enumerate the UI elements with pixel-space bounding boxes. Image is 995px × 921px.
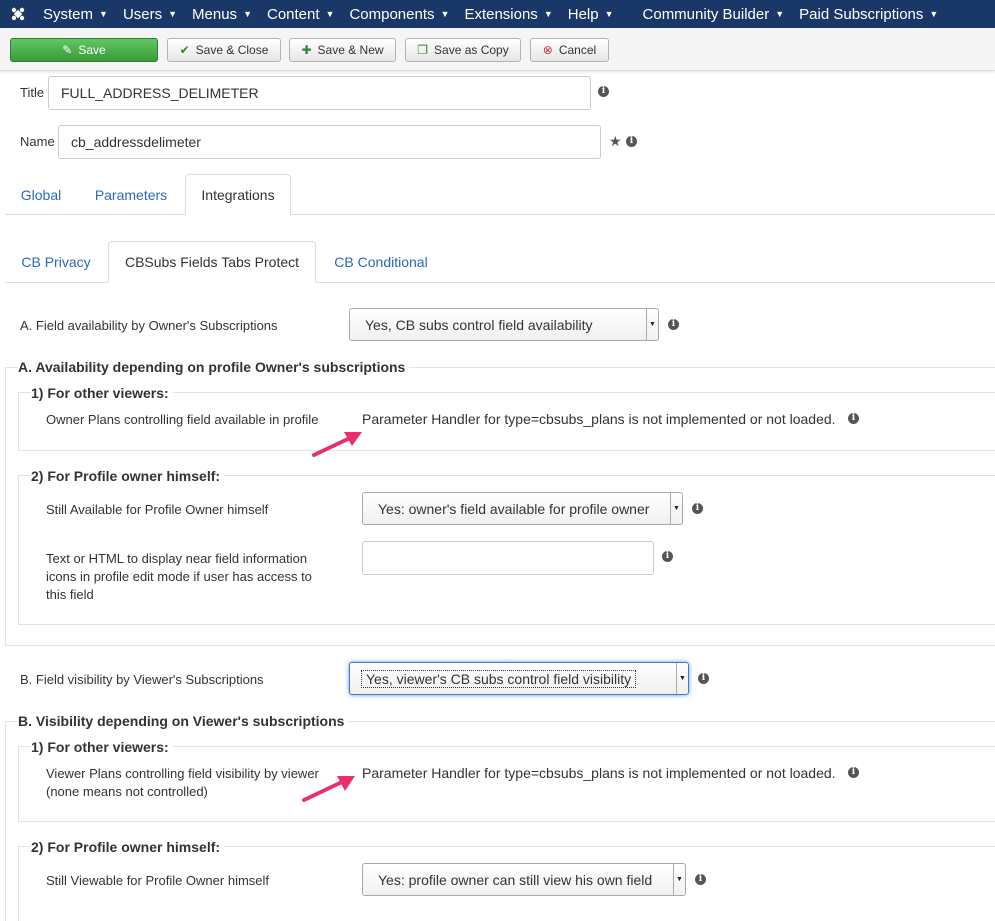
field-visibility-select[interactable]: Yes, viewer's CB subs control field visi…: [349, 662, 689, 695]
nav-content[interactable]: Content ▼: [260, 0, 342, 28]
text-html-label: this field: [46, 587, 94, 602]
profile-owner-legend: 2) For Profile owner himself:: [31, 468, 225, 484]
nav-users[interactable]: Users ▼: [116, 0, 185, 28]
subtab-cbsubs-protect[interactable]: CBSubs Fields Tabs Protect: [108, 241, 316, 283]
title-label: Title: [20, 85, 45, 100]
name-input[interactable]: cb_addressdelimeter: [58, 125, 601, 159]
toolbar: ✎ Save ✔ Save & Close ✚ Save & New ❐ Sav…: [0, 28, 995, 71]
info-icon[interactable]: i: [626, 136, 637, 147]
profile-owner-legend: 2) For Profile owner himself:: [31, 839, 225, 855]
still-viewable-label: Still Viewable for Profile Owner himself: [46, 873, 270, 888]
info-icon[interactable]: i: [848, 767, 859, 778]
nav-system[interactable]: System ▼: [36, 0, 116, 28]
annotation-arrow-icon: [302, 776, 355, 802]
info-icon[interactable]: i: [598, 86, 609, 97]
handler-message: Parameter Handler for type=cbsubs_plans …: [362, 411, 836, 427]
tab-integrations[interactable]: Integrations: [185, 174, 291, 216]
name-label: Name: [20, 134, 55, 149]
nav-help[interactable]: Help ▼: [561, 0, 622, 28]
text-html-input[interactable]: [362, 541, 654, 575]
title-input[interactable]: FULL_ADDRESS_DELIMETER: [48, 76, 591, 110]
field-availability-select[interactable]: Yes, CB subs control field availability …: [349, 308, 659, 341]
copy-icon: ❐: [417, 43, 429, 57]
caret-down-icon: ▼: [325, 9, 335, 19]
tab-parameters[interactable]: Parameters: [84, 175, 178, 215]
select-arrow-icon: ▼: [676, 663, 688, 694]
viewer-plans-label: (none means not controlled): [46, 784, 208, 799]
info-icon[interactable]: i: [848, 413, 859, 424]
joomla-logo-icon[interactable]: [0, 0, 36, 28]
caret-down-icon: ▼: [543, 9, 553, 19]
caret-down-icon: ▼: [604, 9, 614, 19]
caret-down-icon: ▼: [440, 9, 450, 19]
edit-icon: ✎: [62, 43, 73, 57]
visibility-legend: B. Visibility depending on Viewer's subs…: [18, 713, 349, 729]
viewer-plans-label: Viewer Plans controlling field visibilit…: [46, 766, 319, 781]
save-close-button[interactable]: ✔ Save & Close: [167, 38, 281, 62]
annotation-arrow-icon: [312, 432, 362, 457]
still-available-select[interactable]: Yes: owner's field available for profile…: [362, 492, 683, 525]
caret-down-icon: ▼: [99, 9, 108, 19]
save-button[interactable]: ✎ Save: [10, 38, 158, 62]
select-arrow-icon: ▼: [646, 309, 658, 340]
save-copy-button[interactable]: ❐ Save as Copy: [405, 38, 521, 62]
field-availability-label: A. Field availability by Owner's Subscri…: [20, 318, 278, 333]
info-icon[interactable]: i: [668, 319, 679, 330]
nav-paid-subscriptions[interactable]: Paid Subscriptions ▼: [792, 0, 946, 28]
info-icon[interactable]: i: [695, 874, 706, 885]
other-viewers-legend: 1) For other viewers:: [31, 739, 173, 755]
subtab-cb-conditional[interactable]: CB Conditional: [320, 242, 442, 282]
owner-plans-label: Owner Plans controlling field available …: [46, 412, 319, 427]
top-navbar: System ▼ Users ▼ Menus ▼ Content ▼ Component…: [0, 0, 995, 28]
text-html-label: icons in profile edit mode if user has a…: [46, 569, 312, 584]
tab-global[interactable]: Global: [8, 175, 74, 215]
subtab-cb-privacy[interactable]: CB Privacy: [8, 242, 104, 282]
caret-down-icon: ▼: [775, 9, 785, 19]
save-new-button[interactable]: ✚ Save & New: [289, 38, 396, 62]
handler-message: Parameter Handler for type=cbsubs_plans …: [362, 765, 836, 781]
nav-menus[interactable]: Menus ▼: [185, 0, 260, 28]
still-viewable-select[interactable]: Yes: profile owner can still view his ow…: [362, 863, 686, 896]
select-arrow-icon: ▼: [673, 864, 685, 895]
plus-icon: ✚: [301, 43, 312, 57]
cancel-button[interactable]: ⊗ Cancel: [530, 38, 609, 62]
caret-down-icon: ▼: [929, 9, 939, 19]
nav-community-builder[interactable]: Community Builder ▼: [636, 0, 793, 28]
other-viewers-legend: 1) For other viewers:: [31, 385, 173, 401]
nav-components[interactable]: Components ▼: [342, 0, 457, 28]
star-icon: ★: [609, 133, 622, 149]
cancel-circle-icon: ⊗: [542, 43, 553, 57]
caret-down-icon: ▼: [168, 9, 178, 19]
info-icon[interactable]: i: [662, 551, 673, 562]
text-html-label: Text or HTML to display near field infor…: [46, 551, 308, 566]
field-visibility-label: B. Field visibility by Viewer's Subscrip…: [20, 672, 264, 687]
select-arrow-icon: ▼: [670, 493, 682, 524]
still-available-label: Still Available for Profile Owner himsel…: [46, 502, 269, 517]
check-icon: ✔: [179, 43, 190, 57]
availability-legend: A. Availability depending on profile Own…: [18, 359, 410, 375]
info-icon[interactable]: i: [698, 673, 709, 684]
nav-extensions[interactable]: Extensions ▼: [457, 0, 560, 28]
info-icon[interactable]: i: [692, 503, 703, 514]
caret-down-icon: ▼: [243, 9, 252, 19]
